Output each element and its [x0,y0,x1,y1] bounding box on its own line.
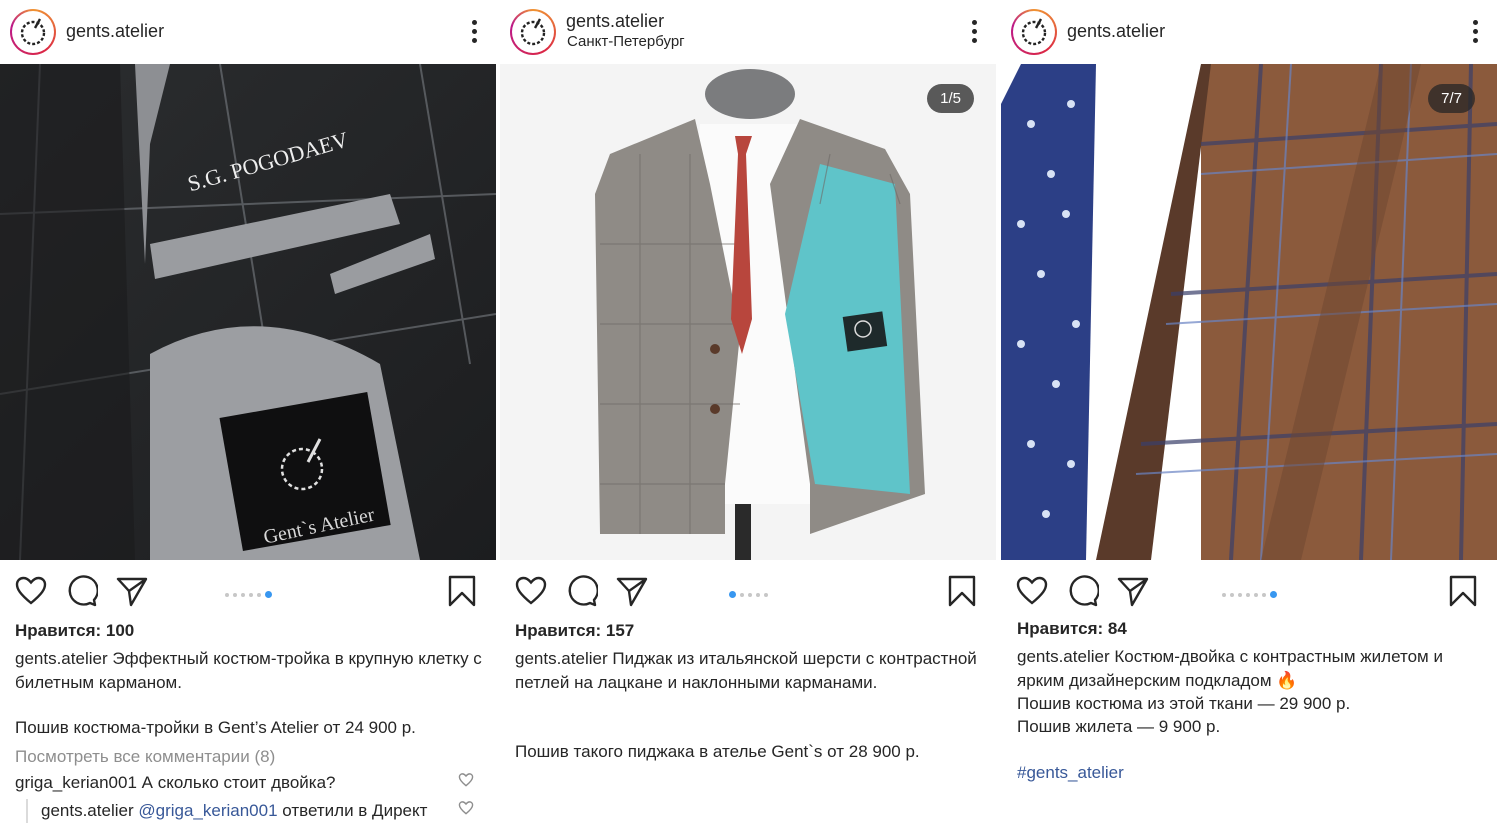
reply-like-icon[interactable] [458,800,474,816]
reply-mention[interactable]: @griga_kerian001 [138,801,277,820]
avatar[interactable] [1011,9,1057,55]
reply-comment: gents.atelier @griga_kerian001 ответили … [41,801,481,821]
avatar[interactable] [510,9,556,55]
post-card: gents.atelier Санкт-Петербург 1/5 Нравит… [500,0,996,836]
more-icon[interactable] [970,20,978,44]
likes-count[interactable]: Нравится: 157 [515,621,634,641]
avatar[interactable] [10,9,56,55]
comment: griga_kerian001 А сколько стоит двойка? [15,773,485,793]
post-header: gents.atelier [1001,0,1497,64]
suit-closeup-image: Gent`s Atelier S.G. POGODAEV [0,64,496,560]
caption: gents.atelier Костюм-двойка с контрастны… [1017,645,1487,692]
bookmark-icon[interactable] [445,574,479,608]
post-card: gents.atelier Gent`s Atelier S.G. POGODA… [0,0,496,836]
bookmark-icon[interactable] [1446,574,1480,608]
post-photo[interactable]: 7/7 [1001,64,1497,560]
view-all-comments-link[interactable]: Посмотреть все комментарии (8) [15,747,275,767]
logo-icon [520,18,546,46]
price-text: Пошив костюма-тройки в Gent’s Atelier от… [15,718,416,737]
more-icon[interactable] [470,20,478,44]
carousel-counter: 7/7 [1428,84,1475,113]
post-header: gents.atelier Санкт-Петербург [500,0,996,64]
carousel-dots [0,586,496,604]
action-bar [0,570,496,610]
location[interactable]: Санкт-Петербург [567,33,685,50]
carousel-counter: 1/5 [927,84,974,113]
caption-username[interactable]: gents.atelier [515,649,608,668]
jacket-on-mannequin-image [500,64,996,560]
carousel-dots [1001,586,1497,604]
comment-username[interactable]: griga_kerian001 [15,773,137,792]
caption-username[interactable]: gents.atelier [1017,647,1110,666]
post-header: gents.atelier [0,0,496,64]
comment-text: А сколько стоит двойка? [141,773,336,792]
price-text: Пошив такого пиджака в ателье Gent`s от … [515,742,920,761]
logo-icon [1021,18,1047,46]
vest-price-text: Пошив жилета — 9 900 р. [1017,717,1221,736]
carousel-dots [500,586,996,604]
hashtag-link[interactable]: #gents_atelier [1017,763,1124,783]
likes-count[interactable]: Нравится: 100 [15,621,134,641]
reply-indicator [26,799,28,823]
username[interactable]: gents.atelier [66,21,164,42]
reply-username[interactable]: gents.atelier [41,801,134,820]
caption: gents.atelier Эффектный костюм-тройка в … [15,647,485,694]
logo-icon [20,18,46,46]
action-bar [500,570,996,610]
reply-text: ответили в Директ [282,801,428,820]
bookmark-icon[interactable] [945,574,979,608]
username[interactable]: gents.atelier [566,11,664,32]
post-photo[interactable]: 1/5 [500,64,996,560]
more-icon[interactable] [1471,20,1479,44]
post-photo[interactable]: Gent`s Atelier S.G. POGODAEV [0,64,496,560]
post-card: gents.atelier 7/7 Нравится: 84 gents.ate… [1001,0,1497,836]
action-bar [1001,570,1497,610]
caption-username[interactable]: gents.atelier [15,649,108,668]
likes-count[interactable]: Нравится: 84 [1017,619,1127,639]
comment-like-icon[interactable] [458,772,474,788]
caption: gents.atelier Пиджак из итальянской шерс… [515,647,985,694]
suit-price-text: Пошив костюма из этой ткани — 29 900 р. [1017,694,1351,713]
plaid-suit-closeup-image [1001,64,1497,560]
username[interactable]: gents.atelier [1067,21,1165,42]
